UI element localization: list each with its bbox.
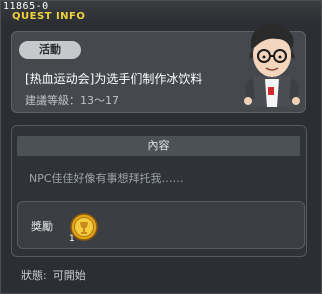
quest-status: 狀態: 可開始 bbox=[21, 267, 86, 283]
window-title: QUEST INFO bbox=[12, 11, 86, 22]
recommended-level: 建議等級：13～17 bbox=[25, 94, 119, 107]
reward-box bbox=[17, 201, 305, 249]
quest-title: [热血运动会]为选手们制作冰饮料 bbox=[25, 72, 203, 86]
category-badge: 活動 bbox=[19, 41, 81, 59]
status-value: 可開始 bbox=[52, 269, 86, 282]
content-header: 內容 bbox=[17, 136, 300, 156]
npc-portrait-icon bbox=[244, 24, 300, 107]
reward-label: 獎勵 bbox=[31, 220, 53, 233]
quest-info-window: 11865-0 QUEST INFO 活動 [热血运动会]为选手们制作冰饮料 建… bbox=[0, 0, 322, 294]
gold-medal-icon[interactable]: 1 bbox=[69, 212, 99, 242]
reward-count: 1 bbox=[69, 234, 75, 242]
status-label: 狀態: bbox=[21, 269, 47, 282]
quest-description: NPC佳佳好像有事想拜托我…… bbox=[29, 172, 184, 185]
